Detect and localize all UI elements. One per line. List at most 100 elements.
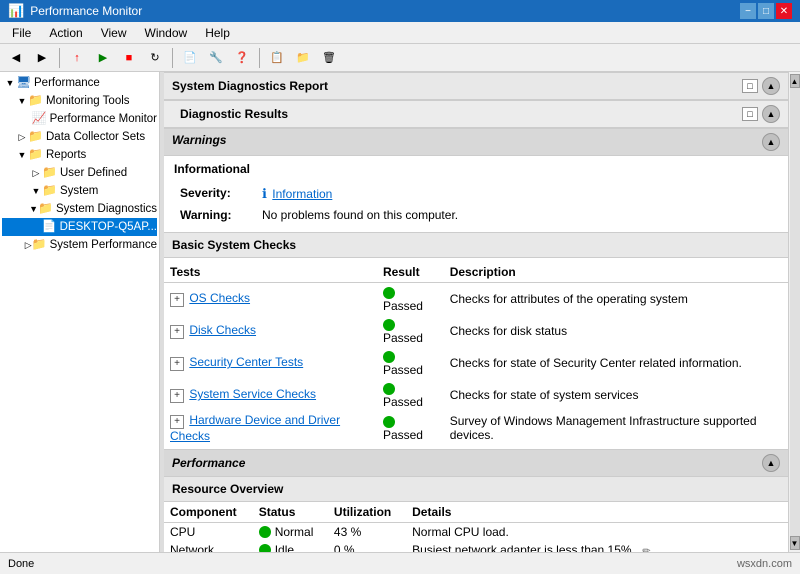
sidebar-item-desktop[interactable]: ▷ 📄 DESKTOP-Q5AP...: [2, 218, 157, 236]
arrow-reports[interactable]: ▼: [16, 150, 28, 160]
close-button[interactable]: ✕: [776, 3, 792, 19]
severity-link[interactable]: Information: [272, 187, 332, 201]
sidebar-item-perfmon[interactable]: ▷ 📈 Performance Monitor: [2, 110, 157, 128]
toolbar-sep-1: [59, 48, 60, 68]
check-link[interactable]: OS Checks: [189, 291, 250, 305]
warnings-title: Warnings: [172, 133, 226, 151]
scroll-down-btn[interactable]: ▼: [790, 536, 800, 550]
check-link[interactable]: Disk Checks: [189, 323, 256, 337]
folder-icon-sysperf: 📁: [32, 237, 48, 253]
toolbar-show[interactable]: ▶: [91, 47, 115, 69]
toolbar-help[interactable]: ❓: [230, 47, 254, 69]
sidebar-item-monitoring[interactable]: ▼ 📁 Monitoring Tools: [2, 92, 157, 110]
sidebar-label-sysdiag: System Diagnostics: [56, 203, 157, 215]
arrow-datacollector[interactable]: ▷: [16, 132, 28, 143]
severity-label: Severity:: [176, 184, 256, 204]
toolbar-stop[interactable]: ■: [117, 47, 141, 69]
check-link[interactable]: Security Center Tests: [189, 355, 303, 369]
sidebar-label-perfmon: Performance Monitor: [50, 113, 157, 125]
resource-status: Normal: [253, 522, 328, 541]
toolbar-forward[interactable]: ▶: [30, 47, 54, 69]
sidebar-label-datacollector: Data Collector Sets: [46, 131, 145, 143]
resource-header-row: Component Status Utilization Details: [164, 502, 788, 523]
arrow-sysdiag[interactable]: ▼: [29, 204, 38, 214]
check-link[interactable]: System Service Checks: [189, 387, 316, 401]
menu-file[interactable]: File: [4, 24, 39, 42]
header-controls: □ ▲: [742, 77, 780, 95]
status-website: wsxdn.com: [737, 558, 792, 570]
sidebar-item-performance[interactable]: ▼ 🖥 Performance: [2, 74, 157, 92]
resource-table: Component Status Utilization Details CPU…: [164, 502, 788, 553]
warnings-header[interactable]: Warnings ▲: [164, 128, 788, 156]
resource-details: Busiest network adapter is less than 15%…: [406, 541, 788, 553]
section-header-main[interactable]: System Diagnostics Report □ ▲: [164, 72, 788, 100]
resource-status: Idle: [253, 541, 328, 553]
resource-utilization: 0 %: [328, 541, 406, 553]
toolbar-sep-2: [172, 48, 173, 68]
sidebar-item-reports[interactable]: ▼ 📁 Reports: [2, 146, 157, 164]
toolbar-new[interactable]: 📄: [178, 47, 202, 69]
main-container: ▼ 🖥 Performance ▼ 📁 Monitoring Tools ▷ 📈…: [0, 72, 800, 552]
window-controls[interactable]: − □ ✕: [740, 3, 792, 19]
toolbar: ◀ ▶ ↑ ▶ ■ ↻ 📄 🔧 ❓ 📋 📁 🗑: [0, 44, 800, 72]
sidebar-item-userdefined[interactable]: ▷ 📁 User Defined: [2, 164, 157, 182]
menu-view[interactable]: View: [93, 24, 135, 42]
maximize-button[interactable]: □: [758, 3, 774, 19]
check-result: Passed: [377, 411, 444, 445]
checks-row: + Security Center Tests Passed Checks fo…: [164, 347, 788, 379]
sidebar-label-monitoring: Monitoring Tools: [46, 95, 130, 107]
resource-component: CPU: [164, 522, 253, 541]
scroll-up-btn[interactable]: ▲: [790, 74, 800, 88]
sidebar-item-datacollector[interactable]: ▷ 📁 Data Collector Sets: [2, 128, 157, 146]
expand-check-btn[interactable]: +: [170, 357, 184, 371]
app-title: Performance Monitor: [30, 4, 142, 18]
status-dot: [383, 351, 395, 363]
resource-details: Normal CPU load.: [406, 522, 788, 541]
toolbar-paste[interactable]: 📁: [291, 47, 315, 69]
toolbar-delete[interactable]: 🗑: [317, 47, 341, 69]
arrow-userdefined[interactable]: ▷: [30, 168, 42, 179]
toolbar-copy[interactable]: 📋: [265, 47, 289, 69]
expand-check-btn[interactable]: +: [170, 325, 184, 339]
collapse-diag-btn[interactable]: ▲: [762, 105, 780, 123]
collapse-warnings-btn[interactable]: ▲: [762, 133, 780, 151]
toolbar-properties[interactable]: 🔧: [204, 47, 228, 69]
checks-row: + Disk Checks Passed Checks for disk sta…: [164, 315, 788, 347]
basic-checks-title: Basic System Checks: [172, 238, 296, 252]
sidebar-item-sysdiag[interactable]: ▼ 📁 System Diagnostics: [2, 200, 157, 218]
check-description: Checks for state of Security Center rela…: [444, 347, 788, 379]
arrow-system[interactable]: ▼: [30, 186, 42, 196]
sidebar-label-performance: Performance: [34, 77, 100, 89]
scrollbar[interactable]: ▲ ▼: [788, 72, 800, 552]
expand-check-btn[interactable]: +: [170, 389, 184, 403]
arrow-performance[interactable]: ▼: [4, 78, 16, 88]
section-header-diag[interactable]: Diagnostic Results □ ▲: [164, 100, 788, 128]
check-link[interactable]: Hardware Device and Driver Checks: [170, 413, 340, 443]
informational-label: Informational: [174, 162, 778, 176]
menu-help[interactable]: Help: [197, 24, 238, 42]
sidebar-item-system[interactable]: ▼ 📁 System: [2, 182, 157, 200]
sidebar: ▼ 🖥 Performance ▼ 📁 Monitoring Tools ▷ 📈…: [0, 72, 160, 552]
arrow-monitoring[interactable]: ▼: [16, 96, 28, 106]
col-status: Status: [253, 502, 328, 523]
expand-check-btn[interactable]: +: [170, 293, 184, 307]
toolbar-back[interactable]: ◀: [4, 47, 28, 69]
menu-action[interactable]: Action: [41, 24, 90, 42]
status-dot: [383, 416, 395, 428]
menu-window[interactable]: Window: [137, 24, 196, 42]
minimize-button[interactable]: −: [740, 3, 756, 19]
toolbar-up[interactable]: ↑: [65, 47, 89, 69]
expand-check-btn[interactable]: +: [170, 415, 184, 429]
collapse-main-btn[interactable]: ▲: [762, 77, 780, 95]
diag-results-title: Diagnostic Results: [180, 107, 288, 121]
scroll-track: [790, 88, 800, 536]
basic-checks-header: Basic System Checks: [164, 232, 788, 258]
col-details: Details: [406, 502, 788, 523]
arrow-sysperf[interactable]: ▷: [25, 240, 32, 251]
minimize-section-icon[interactable]: □: [742, 79, 758, 93]
toolbar-refresh[interactable]: ↻: [143, 47, 167, 69]
minimize-diag-icon[interactable]: □: [742, 107, 758, 121]
collapse-perf-btn[interactable]: ▲: [762, 454, 780, 472]
sidebar-item-sysperf[interactable]: ▷ 📁 System Performance: [2, 236, 157, 254]
performance-header[interactable]: Performance ▲: [164, 449, 788, 477]
